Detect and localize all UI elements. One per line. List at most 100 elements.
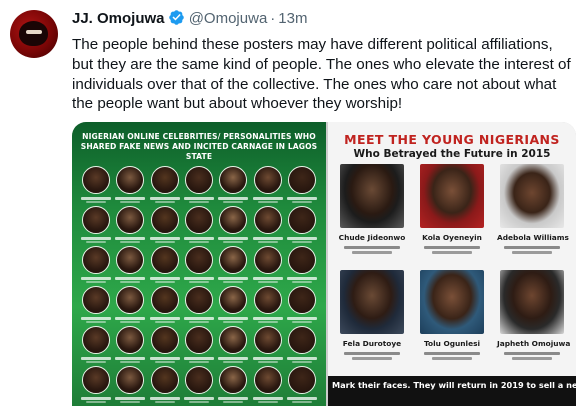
celebrity-face [148,166,182,203]
person-card: Japheth Omojuwa [497,270,570,360]
face-caption-subline [291,201,312,203]
face-caption-subline [86,321,107,323]
face-caption-subline [257,361,278,363]
face-caption-line [115,197,146,200]
face-caption-subline [291,321,312,323]
celebrity-face [216,326,250,363]
celebrity-face [250,286,284,323]
person-desc-line [344,352,400,355]
face-caption-line [149,237,180,240]
face-caption-subline [188,241,209,243]
person-name: Chude Jideonwo [338,233,406,242]
face-caption-line [115,397,146,400]
face-caption-subline [154,281,175,283]
face-caption-subline [188,201,209,203]
face-caption-line [218,397,249,400]
author-name[interactable]: JJ. Omojuwa [72,10,165,27]
celebrity-face [79,366,113,403]
face-caption-subline [120,401,141,403]
face-caption-subline [257,401,278,403]
celebrity-face [148,206,182,243]
face-photo [82,206,111,234]
face-caption-line [115,317,146,320]
face-caption-line [183,237,214,240]
face-caption-subline [154,321,175,323]
celebrity-face [148,246,182,283]
face-photo [82,166,111,194]
celebrity-face [285,326,319,363]
person-photo [500,270,564,334]
face-photo [287,166,316,194]
celebrity-face [182,366,216,403]
person-desc-line [424,352,480,355]
celebrity-face [182,286,216,323]
right-poster-image[interactable]: MEET THE YOUNG NIGERIANS Who Betrayed th… [328,122,576,406]
face-caption-subline [291,361,312,363]
face-caption-line [218,317,249,320]
face-caption-line [81,237,112,240]
author-avatar[interactable] [10,10,58,58]
celebrity-face [216,286,250,323]
face-caption-subline [257,241,278,243]
right-poster-footer: Mark their faces. They will return in 20… [328,376,576,406]
face-caption-line [149,197,180,200]
celebrity-face [285,206,319,243]
face-caption-line [183,317,214,320]
right-poster-subtitle: Who Betrayed the Future in 2015 [353,148,551,160]
tweet-text: The people behind these posters may have… [72,36,571,113]
person-card: Chude Jideonwo [337,164,407,254]
person-card: Kola Oyeneyin [417,164,487,254]
face-photo [116,166,145,194]
face-caption-line [218,197,249,200]
face-caption-line [115,237,146,240]
face-caption-line [286,237,317,240]
face-photo [184,366,213,394]
celebrity-face [216,206,250,243]
celebrity-face [79,206,113,243]
face-caption-line [252,397,283,400]
face-caption-subline [223,401,244,403]
face-caption-line [183,357,214,360]
person-desc-line [432,357,472,360]
face-photo [184,286,213,314]
celebrity-face [113,286,147,323]
person-photo [500,164,564,228]
face-photo [287,286,316,314]
face-photo [287,246,316,274]
tweet-media[interactable]: NIGERIAN ONLINE CELEBRITIES/ PERSONALITI… [72,122,576,406]
face-caption-subline [86,201,107,203]
face-photo [150,366,179,394]
face-photo [253,286,282,314]
tweet-timestamp[interactable]: 13m [278,10,307,27]
person-desc-line [432,251,472,254]
face-photo [253,326,282,354]
face-photo [219,206,248,234]
left-poster-title: NIGERIAN ONLINE CELEBRITIES/ PERSONALITI… [80,132,318,161]
face-caption-line [252,277,283,280]
face-caption-subline [257,321,278,323]
face-photo [287,366,316,394]
verified-badge-icon [168,10,184,25]
person-photo [340,270,404,334]
avatar-eyes [26,30,42,34]
face-caption-subline [188,321,209,323]
face-caption-line [149,397,180,400]
face-caption-line [81,197,112,200]
face-caption-subline [120,281,141,283]
face-caption-subline [86,281,107,283]
face-photo [253,246,282,274]
face-photo [150,246,179,274]
face-caption-line [286,397,317,400]
author-handle[interactable]: @Omojuwa [189,10,268,27]
person-card: Adebola Williams [497,164,569,254]
face-caption-subline [120,201,141,203]
left-poster-image[interactable]: NIGERIAN ONLINE CELEBRITIES/ PERSONALITI… [72,122,326,406]
face-photo [116,326,145,354]
separator-dot: · [270,10,276,27]
celebrity-face [250,206,284,243]
person-name: Adebola Williams [497,233,569,242]
face-photo [82,366,111,394]
face-photo [253,166,282,194]
face-photo [116,206,145,234]
person-photo [420,164,484,228]
